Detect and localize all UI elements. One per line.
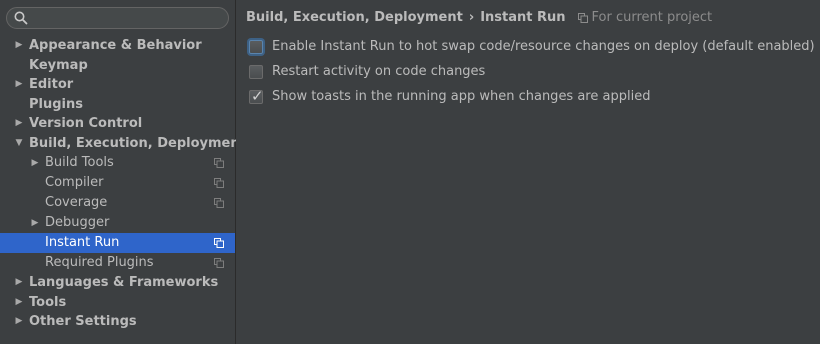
breadcrumb: Build, Execution, Deployment › Instant R… (246, 10, 712, 25)
triangle-right-icon[interactable]: ▶ (30, 213, 40, 233)
triangle-right-icon[interactable]: ▶ (14, 273, 24, 293)
triangle-right-icon[interactable]: ▶ (14, 114, 24, 134)
tree-item-plugins[interactable]: Plugins (0, 95, 235, 115)
scope-label: For current project (591, 10, 713, 25)
search-field[interactable] (6, 7, 229, 29)
option-restart-activity[interactable]: Restart activity on code changes (249, 64, 485, 79)
tree-item-coverage[interactable]: Coverage (0, 193, 235, 213)
tree-item-build-execution-deployment[interactable]: ▼ Build, Execution, Deployment (0, 134, 246, 154)
tree-item-editor[interactable]: ▶ Editor (0, 75, 235, 95)
checkmark-icon: ✓ (251, 86, 264, 105)
project-scope-icon (214, 233, 224, 253)
tree-item-label: Version Control (29, 116, 143, 131)
tree-item-label: Appearance & Behavior (29, 38, 202, 53)
tree-item-label: Debugger (45, 215, 110, 230)
tree-item-other-settings[interactable]: ▶ Other Settings (0, 312, 235, 332)
tree-item-label: Keymap (29, 57, 88, 73)
tree-item-label: Plugins (29, 96, 83, 112)
project-scope-icon (214, 153, 224, 173)
tree-item-label: Languages & Frameworks (29, 275, 219, 290)
project-scope-icon (214, 193, 224, 213)
scope-indicator: For current project (577, 10, 713, 25)
project-scope-icon (214, 253, 224, 273)
show-toasts-checkbox[interactable]: ✓ (249, 86, 264, 105)
option-label: Enable Instant Run to hot swap code/reso… (272, 39, 815, 54)
project-scope-icon (214, 173, 224, 193)
tree-item-label: Other Settings (29, 314, 137, 329)
enable-instant-run-checkbox[interactable] (249, 39, 263, 54)
tree-item-build-tools[interactable]: ▶ Build Tools (0, 153, 235, 173)
restart-activity-checkbox[interactable] (249, 64, 263, 79)
tree-item-appearance-behavior[interactable]: ▶ Appearance & Behavior (0, 36, 235, 56)
triangle-right-icon[interactable]: ▶ (14, 312, 24, 332)
triangle-right-icon[interactable]: ▶ (14, 293, 24, 313)
tree-item-compiler[interactable]: Compiler (0, 173, 235, 193)
tree-item-label: Required Plugins (45, 255, 154, 270)
tree-item-label: Editor (29, 77, 74, 92)
triangle-right-icon[interactable]: ▶ (14, 75, 24, 95)
triangle-down-icon[interactable]: ▼ (14, 134, 24, 154)
tree-item-instant-run[interactable]: Instant Run (0, 233, 235, 253)
option-enable-instant-run[interactable]: Enable Instant Run to hot swap code/reso… (249, 39, 815, 54)
option-label: Show toasts in the running app when chan… (272, 89, 651, 104)
tree-item-tools[interactable]: ▶ Tools (0, 293, 235, 313)
settings-content: Build, Execution, Deployment › Instant R… (236, 0, 820, 344)
tree-item-version-control[interactable]: ▶ Version Control (0, 114, 235, 134)
tree-item-languages-frameworks[interactable]: ▶ Languages & Frameworks (0, 273, 235, 293)
project-scope-icon (577, 12, 588, 23)
settings-tree: ▶ Appearance & Behavior Keymap ▶ Editor … (0, 36, 246, 332)
search-icon[interactable] (11, 8, 31, 28)
tree-item-required-plugins[interactable]: Required Plugins (0, 253, 235, 273)
breadcrumb-parent[interactable]: Build, Execution, Deployment (246, 10, 463, 25)
breadcrumb-current: Instant Run (480, 10, 566, 25)
breadcrumb-separator: › (468, 10, 475, 25)
tree-item-label: Tools (29, 294, 67, 310)
tree-item-label: Compiler (45, 175, 104, 190)
tree-item-label: Instant Run (45, 235, 120, 250)
option-show-toasts[interactable]: ✓ Show toasts in the running app when ch… (249, 86, 651, 105)
settings-sidebar: ▶ Appearance & Behavior Keymap ▶ Editor … (0, 0, 246, 344)
tree-item-keymap[interactable]: Keymap (0, 56, 235, 76)
tree-item-label: Build Tools (45, 155, 114, 170)
search-input[interactable] (31, 9, 228, 27)
tree-item-label: Build, Execution, Deployment (29, 135, 246, 151)
option-label: Restart activity on code changes (272, 64, 486, 79)
tree-item-debugger[interactable]: ▶ Debugger (0, 213, 235, 233)
settings-window: ▶ Appearance & Behavior Keymap ▶ Editor … (0, 0, 820, 344)
tree-item-label: Coverage (45, 195, 108, 210)
triangle-right-icon[interactable]: ▶ (30, 153, 40, 173)
triangle-right-icon[interactable]: ▶ (14, 36, 24, 56)
